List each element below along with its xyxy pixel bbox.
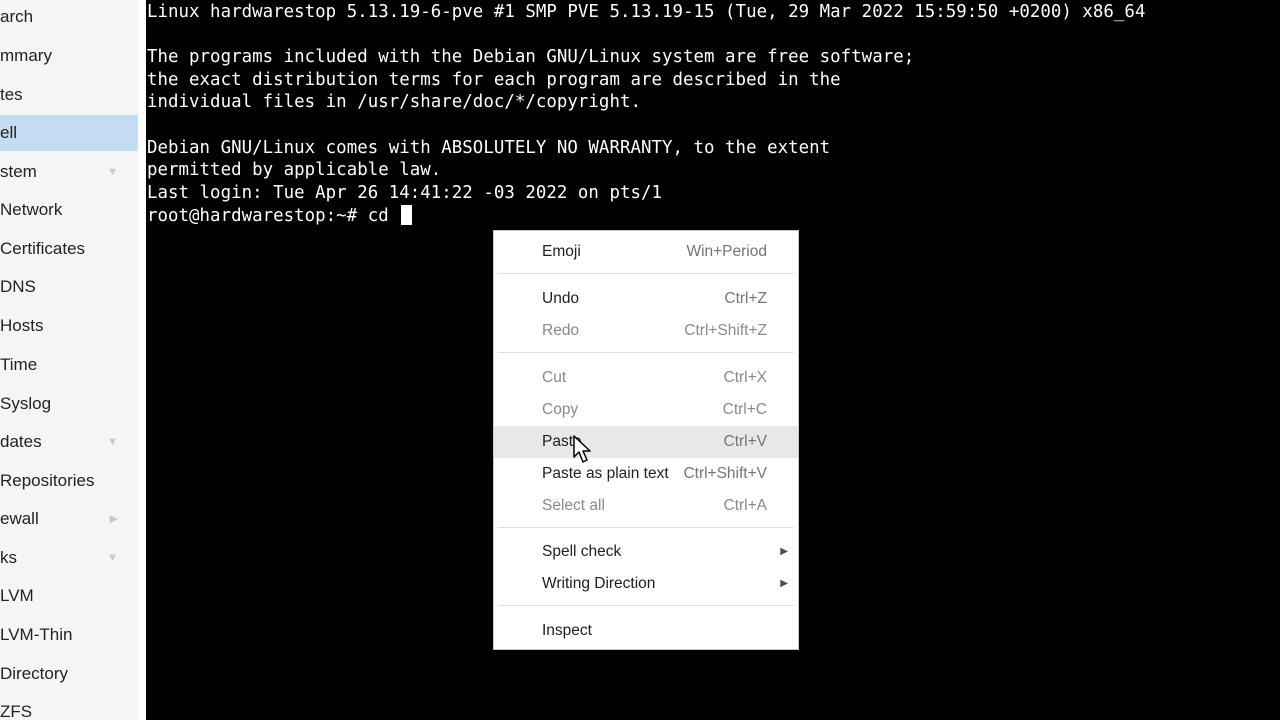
menu-item-redo[interactable]: Redo Ctrl+Shift+Z xyxy=(494,315,798,347)
menu-separator xyxy=(498,527,794,528)
chevron-down-icon[interactable]: ▼ xyxy=(107,154,118,190)
sidebar-item-label: ewall xyxy=(0,509,39,528)
sidebar-item-label: stem xyxy=(0,162,37,181)
menu-item-label: Inspect xyxy=(542,622,592,639)
menu-item-inspect[interactable]: Inspect xyxy=(494,615,798,647)
menu-item-label: Undo xyxy=(542,290,580,307)
sidebar-item-label: Time xyxy=(0,355,38,374)
menu-item-undo[interactable]: Undo Ctrl+Z xyxy=(494,283,798,315)
sidebar-item-updates[interactable]: dates ▼ xyxy=(0,424,138,460)
panel-gutter xyxy=(138,0,146,720)
terminal-prompt-line: root@hardwarestop:~# cd xyxy=(147,205,413,227)
sidebar-item-label: mmary xyxy=(0,46,52,65)
chevron-down-icon[interactable]: ▼ xyxy=(107,540,118,576)
sidebar-item-lvm[interactable]: LVM xyxy=(0,578,138,614)
sidebar-item-disks[interactable]: ks ▼ xyxy=(0,540,138,576)
sidebar-item-shell[interactable]: ell xyxy=(0,115,138,151)
menu-item-label: Redo xyxy=(542,322,580,339)
sidebar-item-syslog[interactable]: Syslog xyxy=(0,386,138,422)
sidebar-item-label: Repositories xyxy=(0,471,95,490)
menu-item-emoji[interactable]: Emoji Win+Period xyxy=(494,236,798,268)
menu-item-shortcut: Ctrl+Z xyxy=(724,290,767,307)
menu-item-shortcut: Ctrl+Shift+Z xyxy=(684,322,767,339)
terminal-line: The programs included with the Debian GN… xyxy=(147,47,915,67)
menu-item-label: Spell check xyxy=(542,543,622,560)
sidebar-item-time[interactable]: Time xyxy=(0,347,138,383)
menu-item-label: Select all xyxy=(542,497,605,514)
sidebar-item-firewall[interactable]: ewall ▶ xyxy=(0,501,138,537)
sidebar-item-label: Hosts xyxy=(0,316,44,335)
terminal-line: permitted by applicable law. xyxy=(147,160,442,180)
menu-item-shortcut: Win+Period xyxy=(686,243,767,260)
chevron-right-icon[interactable]: ▶ xyxy=(110,501,118,537)
sidebar-item-label: Certificates xyxy=(0,239,86,258)
sidebar-item-certificates[interactable]: Certificates xyxy=(0,231,138,267)
sidebar-item-label: ell xyxy=(0,123,18,142)
sidebar-item-notes[interactable]: tes xyxy=(0,77,138,113)
sidebar-item-label: tes xyxy=(0,85,23,104)
chevron-right-icon: ▶ xyxy=(780,578,788,589)
menu-item-paste[interactable]: Paste Ctrl+V xyxy=(494,426,798,458)
menu-item-writing-direction[interactable]: Writing Direction ▶ xyxy=(494,568,798,600)
menu-item-cut[interactable]: Cut Ctrl+X xyxy=(494,362,798,394)
terminal-line: Last login: Tue Apr 26 14:41:22 -03 2022… xyxy=(147,183,662,203)
sidebar-item-label: ks xyxy=(0,548,17,567)
chevron-down-icon[interactable]: ▼ xyxy=(107,424,118,460)
sidebar-item-label: dates xyxy=(0,432,42,451)
context-menu: Emoji Win+Period Undo Ctrl+Z Redo Ctrl+S… xyxy=(493,230,799,650)
menu-item-shortcut: Ctrl+C xyxy=(722,401,767,418)
sidebar-item-label: Directory xyxy=(0,664,69,683)
sidebar-item-label: Network xyxy=(0,200,63,219)
sidebar-item-directory[interactable]: Directory xyxy=(0,656,138,692)
sidebar-item-lvm-thin[interactable]: LVM-Thin xyxy=(0,617,138,653)
terminal-line: Linux hardwarestop 5.13.19-6-pve #1 SMP … xyxy=(147,2,1146,22)
menu-item-label: Paste as plain text xyxy=(542,465,669,482)
sidebar-item-label: ZFS xyxy=(0,702,33,720)
menu-item-label: Copy xyxy=(542,401,579,418)
sidebar-item-system[interactable]: stem ▼ xyxy=(0,154,138,190)
sidebar-item-label: LVM xyxy=(0,586,34,605)
menu-item-paste-plain[interactable]: Paste as plain text Ctrl+Shift+V xyxy=(494,458,798,490)
menu-item-shortcut: Ctrl+X xyxy=(723,369,768,386)
sidebar-item-hosts[interactable]: Hosts xyxy=(0,308,138,344)
menu-item-shortcut: Ctrl+A xyxy=(723,497,768,514)
sidebar-item-label: DNS xyxy=(0,277,36,296)
sidebar-item-label: Syslog xyxy=(0,394,52,413)
menu-separator xyxy=(498,273,794,274)
sidebar-item-search[interactable]: arch xyxy=(0,0,138,35)
sidebar-item-label: arch xyxy=(0,7,34,26)
menu-separator xyxy=(498,352,794,353)
menu-separator xyxy=(498,605,794,606)
menu-item-shortcut: Ctrl+V xyxy=(723,433,768,450)
menu-item-shortcut: Ctrl+Shift+V xyxy=(683,465,767,482)
mouse-pointer-icon xyxy=(573,435,591,463)
chevron-right-icon: ▶ xyxy=(780,546,788,557)
terminal-line: individual files in /usr/share/doc/*/cop… xyxy=(147,92,641,112)
terminal-cursor xyxy=(401,205,413,225)
menu-item-select-all[interactable]: Select all Ctrl+A xyxy=(494,490,798,522)
sidebar-item-label: LVM-Thin xyxy=(0,625,73,644)
terminal-line: Debian GNU/Linux comes with ABSOLUTELY N… xyxy=(147,138,831,158)
sidebar-nav: arch mmary tes ell stem ▼ Network Certif… xyxy=(0,0,139,720)
sidebar-item-dns[interactable]: DNS xyxy=(0,269,138,305)
menu-item-label: Cut xyxy=(542,369,567,386)
terminal-prompt: root@hardwarestop:~# cd xyxy=(147,206,400,226)
menu-item-spell-check[interactable]: Spell check ▶ xyxy=(494,536,798,568)
sidebar-item-repositories[interactable]: Repositories xyxy=(0,463,138,499)
menu-item-label: Emoji xyxy=(542,243,581,260)
menu-item-label: Writing Direction xyxy=(542,575,656,592)
sidebar-item-summary[interactable]: mmary xyxy=(0,38,138,74)
terminal-line: the exact distribution terms for each pr… xyxy=(147,70,841,90)
sidebar-item-network[interactable]: Network xyxy=(0,192,138,228)
menu-item-copy[interactable]: Copy Ctrl+C xyxy=(494,394,798,426)
sidebar-item-zfs[interactable]: ZFS xyxy=(0,694,138,720)
